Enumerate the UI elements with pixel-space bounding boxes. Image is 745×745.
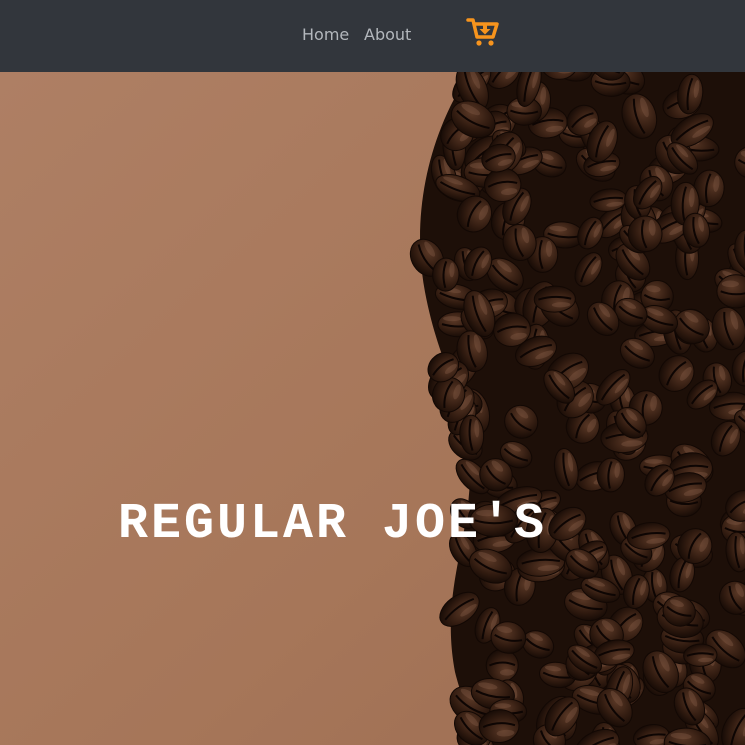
nav-link-about[interactable]: About xyxy=(364,25,411,45)
hero-banner: REGULAR JOE'S xyxy=(0,72,745,745)
coffee-beans-image xyxy=(0,72,745,745)
hero-title: REGULAR JOE'S xyxy=(118,496,548,553)
nav-link-home[interactable]: Home xyxy=(302,25,349,45)
navbar: Home About xyxy=(0,0,745,72)
cart-icon[interactable] xyxy=(466,17,500,47)
